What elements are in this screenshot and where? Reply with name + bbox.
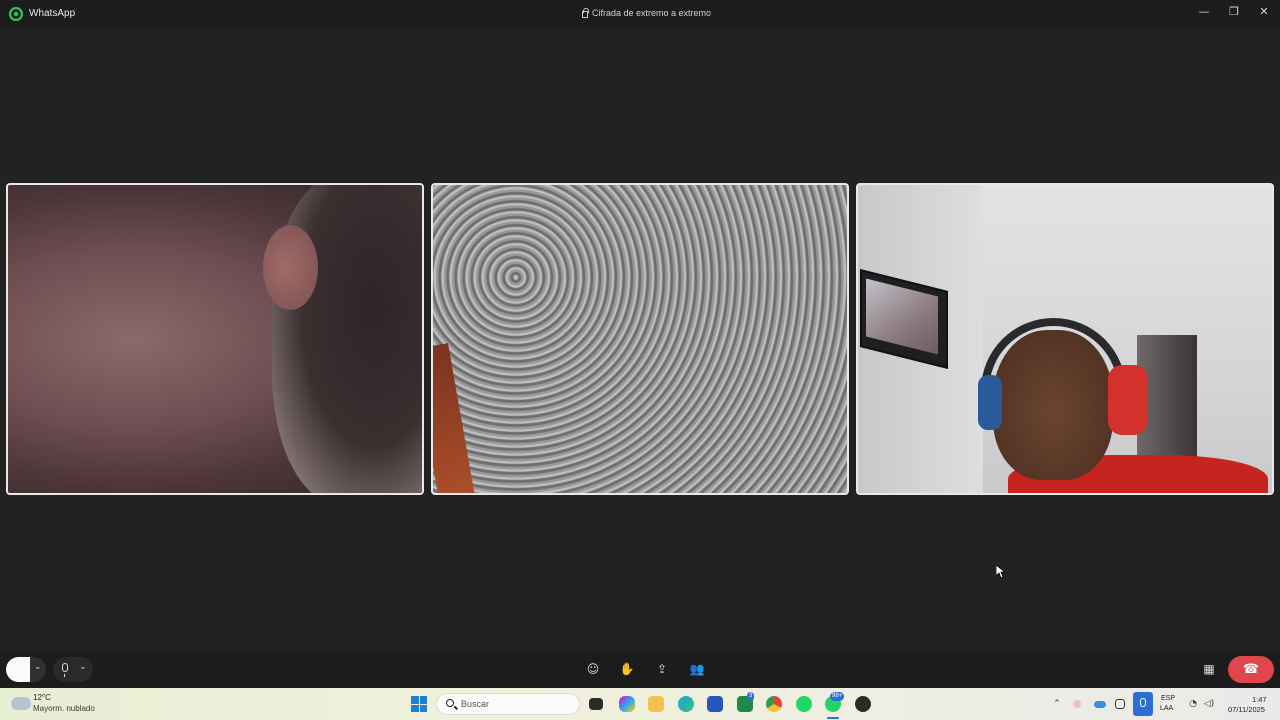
camera-icon [6, 657, 30, 682]
copilot-icon[interactable] [619, 696, 635, 712]
start-button[interactable] [411, 696, 427, 712]
edge-icon[interactable] [678, 696, 694, 712]
app-icon[interactable] [855, 696, 871, 712]
clock-date[interactable]: 07/11/2025 [1228, 705, 1265, 714]
video-content [1108, 365, 1148, 435]
end-call-icon: ☎ [1242, 662, 1260, 677]
encryption-text: Cifrada de extremo a extremo [592, 8, 712, 18]
wifi-icon[interactable]: ◔ [1187, 698, 1199, 710]
participants-icon[interactable]: 👥 [689, 661, 705, 677]
chrome-icon[interactable] [766, 696, 782, 712]
layout-icon[interactable]: ▦ [1201, 661, 1217, 677]
title-bar: WhatsApp Cifrada de extremo a extremo — … [0, 0, 1280, 27]
search-icon [446, 699, 454, 707]
video-content [981, 318, 1126, 398]
chevron-down-icon[interactable]: ⌄ [34, 662, 42, 672]
video-content [263, 225, 318, 310]
minimize-button[interactable]: — [1196, 4, 1212, 20]
weather-temperature[interactable]: 12°C [33, 693, 51, 702]
chevron-down-icon[interactable]: ⌄ [79, 662, 87, 672]
language-region[interactable]: LAA [1160, 705, 1173, 712]
mic-icon [62, 663, 68, 677]
participant-3-video[interactable] [856, 183, 1274, 495]
search-placeholder: Buscar [461, 699, 490, 709]
onedrive-icon[interactable] [1094, 701, 1106, 708]
call-controls-bar: ⌄ ⌄ ☺ ✋ ⇪ 👥 ▦ ☎ [0, 652, 1280, 688]
notification-badge: 99+ [830, 692, 845, 701]
windows-taskbar: 12°C Mayorm. nublado Buscar 3 99+ ⌃ ESP … [0, 688, 1280, 720]
video-content [433, 343, 478, 493]
close-button[interactable]: ✕ [1256, 4, 1272, 20]
share-screen-icon[interactable]: ⇪ [654, 661, 670, 677]
raise-hand-icon[interactable]: ✋ [619, 661, 635, 677]
weather-description[interactable]: Mayorm. nublado [33, 704, 95, 713]
weather-cloud-icon[interactable] [11, 697, 31, 710]
task-view-icon[interactable] [589, 698, 603, 710]
tray-app-icon[interactable] [1073, 700, 1081, 708]
encryption-notice: Cifrada de extremo a extremo [582, 7, 712, 18]
emoji-icon[interactable]: ☺ [585, 661, 601, 677]
language-code[interactable]: ESP [1161, 695, 1175, 702]
spotify-icon[interactable] [796, 696, 812, 712]
mic-in-use-icon[interactable] [1133, 692, 1153, 716]
whatsapp-logo-icon [9, 7, 23, 21]
participant-2-video[interactable] [431, 183, 849, 495]
app-title: WhatsApp [29, 8, 76, 19]
taskbar-search[interactable]: Buscar [436, 693, 580, 715]
lock-icon [582, 7, 589, 18]
video-content [978, 375, 1002, 430]
sync-icon[interactable] [1115, 699, 1125, 709]
active-app-indicator [827, 717, 839, 719]
mic-toggle-button[interactable]: ⌄ [53, 657, 93, 682]
participant-1-video[interactable] [6, 183, 424, 495]
maximize-button[interactable]: ❐ [1226, 4, 1242, 20]
end-call-button[interactable]: ☎ [1228, 656, 1274, 683]
clock-time[interactable]: 1:47 [1252, 695, 1267, 704]
camera-toggle-button[interactable]: ⌄ [6, 657, 46, 682]
notification-badge: 3 [747, 692, 755, 701]
show-hidden-icons-icon[interactable]: ⌃ [1051, 698, 1063, 710]
file-explorer-icon[interactable] [648, 696, 664, 712]
volume-icon[interactable]: ◁) [1203, 698, 1215, 710]
store-icon[interactable] [707, 696, 723, 712]
